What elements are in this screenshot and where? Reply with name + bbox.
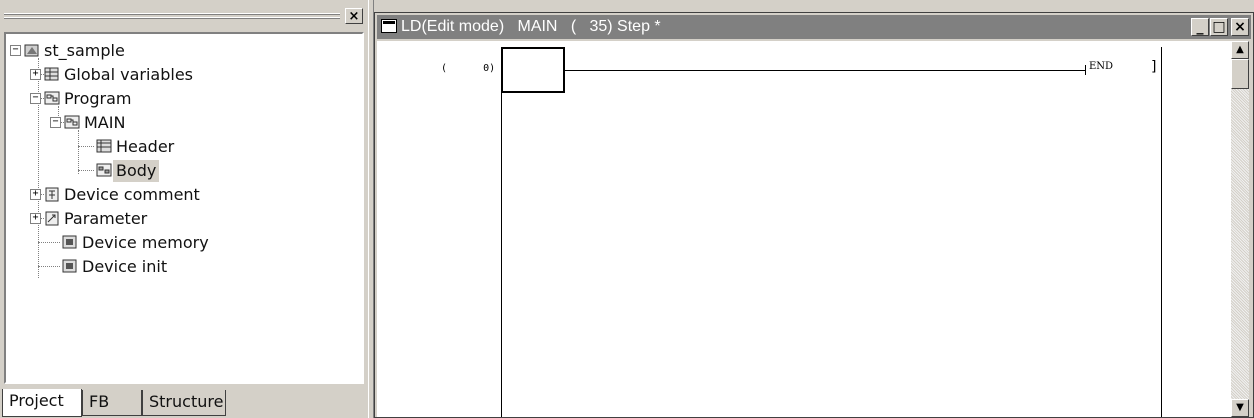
collapse-icon[interactable]: − xyxy=(10,45,21,56)
tab-project[interactable]: Project xyxy=(2,389,82,417)
program-icon xyxy=(64,115,80,129)
vertical-scrollbar[interactable]: ▲ ▼ xyxy=(1231,41,1249,417)
project-icon xyxy=(24,44,39,57)
header-icon xyxy=(96,139,112,153)
tab-structure[interactable]: Structure xyxy=(142,390,226,416)
editor-titlebar[interactable]: LD(Edit mode) MAIN ( 35) Step * _ □ × xyxy=(377,15,1251,39)
program-icon xyxy=(44,91,60,105)
rung-line xyxy=(565,70,1085,71)
collapse-icon[interactable]: − xyxy=(30,93,41,104)
step-number: ( 0) xyxy=(441,63,496,74)
tree-item-parameter[interactable]: + Parameter xyxy=(6,208,206,230)
tree-item-device-comment[interactable]: + Device comment xyxy=(6,184,226,206)
end-right-bracket: ] xyxy=(1151,59,1157,75)
tree-item-main[interactable]: − MAIN xyxy=(6,112,206,134)
tree-item-header[interactable]: Header xyxy=(6,136,206,158)
project-pane: × − st_sample + Global variables − Progr… xyxy=(0,0,368,418)
ladder-editor-window: LD(Edit mode) MAIN ( 35) Step * _ □ × ( … xyxy=(374,12,1254,418)
scroll-down-icon[interactable]: ▼ xyxy=(1231,399,1249,417)
collapse-icon[interactable]: − xyxy=(50,117,61,128)
device-memory-icon xyxy=(62,235,77,249)
close-button[interactable]: × xyxy=(1231,18,1249,36)
window-title: LD(Edit mode) MAIN ( 35) Step * xyxy=(401,18,661,35)
expand-icon[interactable]: + xyxy=(30,213,41,224)
tab-fb[interactable]: FB xyxy=(82,390,142,416)
scroll-thumb[interactable] xyxy=(1231,59,1249,89)
end-instruction: END xyxy=(1089,61,1114,72)
expand-icon[interactable]: + xyxy=(30,69,41,80)
tree-item-st-sample[interactable]: − st_sample xyxy=(6,40,206,62)
window-icon xyxy=(381,19,397,33)
end-left-tick xyxy=(1085,65,1086,75)
device-comment-icon xyxy=(45,187,59,202)
tree-item-program[interactable]: − Program xyxy=(6,88,206,110)
pane-tabs: Project FB Structure xyxy=(0,389,368,418)
maximize-button[interactable]: □ xyxy=(1210,18,1228,36)
tree-item-body[interactable]: Body xyxy=(6,160,206,182)
parameter-icon xyxy=(45,211,59,226)
pane-close-button[interactable]: × xyxy=(345,8,363,24)
pane-grip[interactable] xyxy=(4,8,344,30)
table-icon xyxy=(44,67,59,81)
device-init-icon xyxy=(62,259,77,273)
tree-item-device-init[interactable]: Device init xyxy=(6,256,206,278)
minimize-button[interactable]: _ xyxy=(1191,18,1209,36)
tree-item-device-memory[interactable]: Device memory xyxy=(6,232,226,254)
body-icon xyxy=(96,163,112,177)
scroll-up-icon[interactable]: ▲ xyxy=(1231,41,1249,59)
ladder-canvas[interactable]: ( 0) END ] xyxy=(377,41,1231,417)
right-power-rail xyxy=(1161,47,1162,417)
tree-item-global-variables[interactable]: + Global variables xyxy=(6,64,206,86)
expand-icon[interactable]: + xyxy=(30,189,41,200)
project-tree: − st_sample + Global variables − Program… xyxy=(4,32,364,384)
left-power-rail xyxy=(501,47,502,417)
edit-cursor[interactable] xyxy=(501,47,565,93)
